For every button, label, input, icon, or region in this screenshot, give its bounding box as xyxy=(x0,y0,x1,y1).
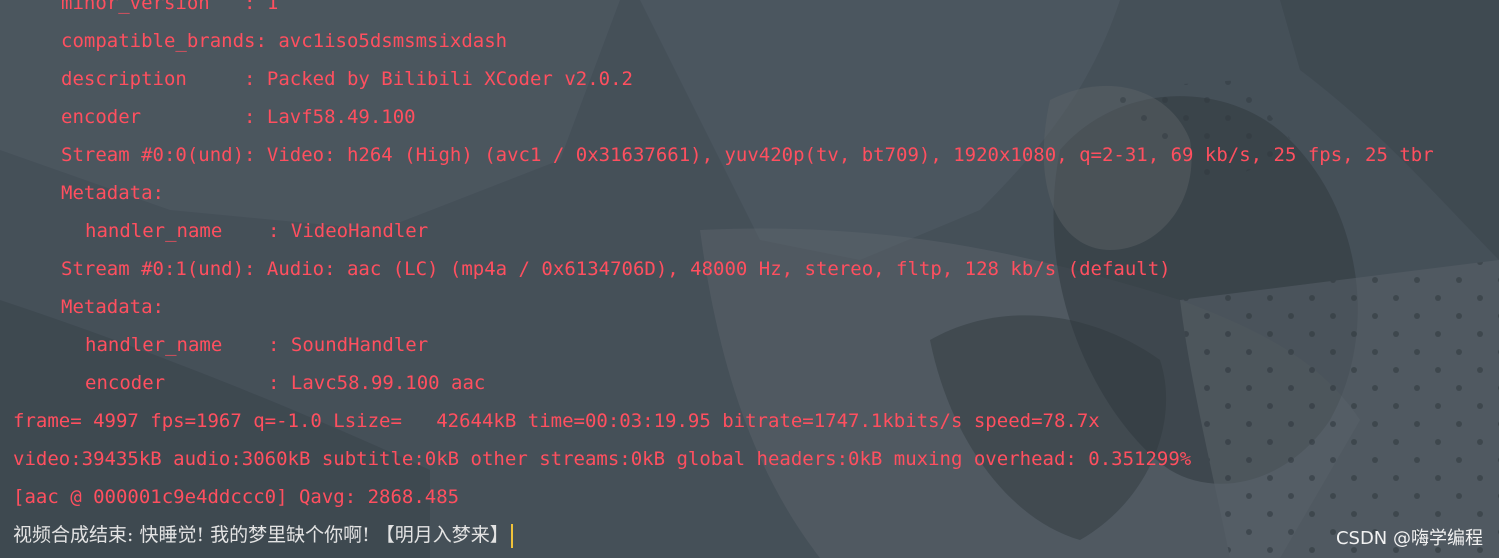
console-line: video:39435kB audio:3060kB subtitle:0kB … xyxy=(13,448,1192,470)
console-output: minor_version : 1 compatible_brands: avc… xyxy=(0,0,1499,558)
console-line: [aac @ 000001c9e4ddccc0] Qavg: 2868.485 xyxy=(13,486,460,508)
console-line: minor_version : 1 xyxy=(61,0,279,14)
console-result-text: 视频合成结束: 快睡觉! 我的梦里缺个你啊! 【明月入梦来】 xyxy=(13,524,509,546)
console-line: Stream #0:1(und): Audio: aac (LC) (mp4a … xyxy=(61,258,1171,280)
console-line: description : Packed by Bilibili XCoder … xyxy=(61,68,633,90)
console-result-line: 视频合成结束: 快睡觉! 我的梦里缺个你啊! 【明月入梦来】 xyxy=(13,516,513,554)
console-line: compatible_brands: avc1iso5dsmsmsixdash xyxy=(61,30,508,52)
text-caret[interactable] xyxy=(510,524,513,548)
console-line: Stream #0:0(und): Video: h264 (High) (av… xyxy=(61,144,1434,166)
console-line: handler_name : VideoHandler xyxy=(85,220,429,242)
console-line: frame= 4997 fps=1967 q=-1.0 Lsize= 42644… xyxy=(13,410,1100,432)
watermark: CSDN @嗨学编程 xyxy=(1335,528,1483,549)
console-line: handler_name : SoundHandler xyxy=(85,334,429,356)
console-line: Metadata: xyxy=(61,296,164,318)
console-line: encoder : Lavf58.49.100 xyxy=(61,106,416,128)
console-line: encoder : Lavc58.99.100 aac xyxy=(85,372,486,394)
console-line: Metadata: xyxy=(61,182,164,204)
